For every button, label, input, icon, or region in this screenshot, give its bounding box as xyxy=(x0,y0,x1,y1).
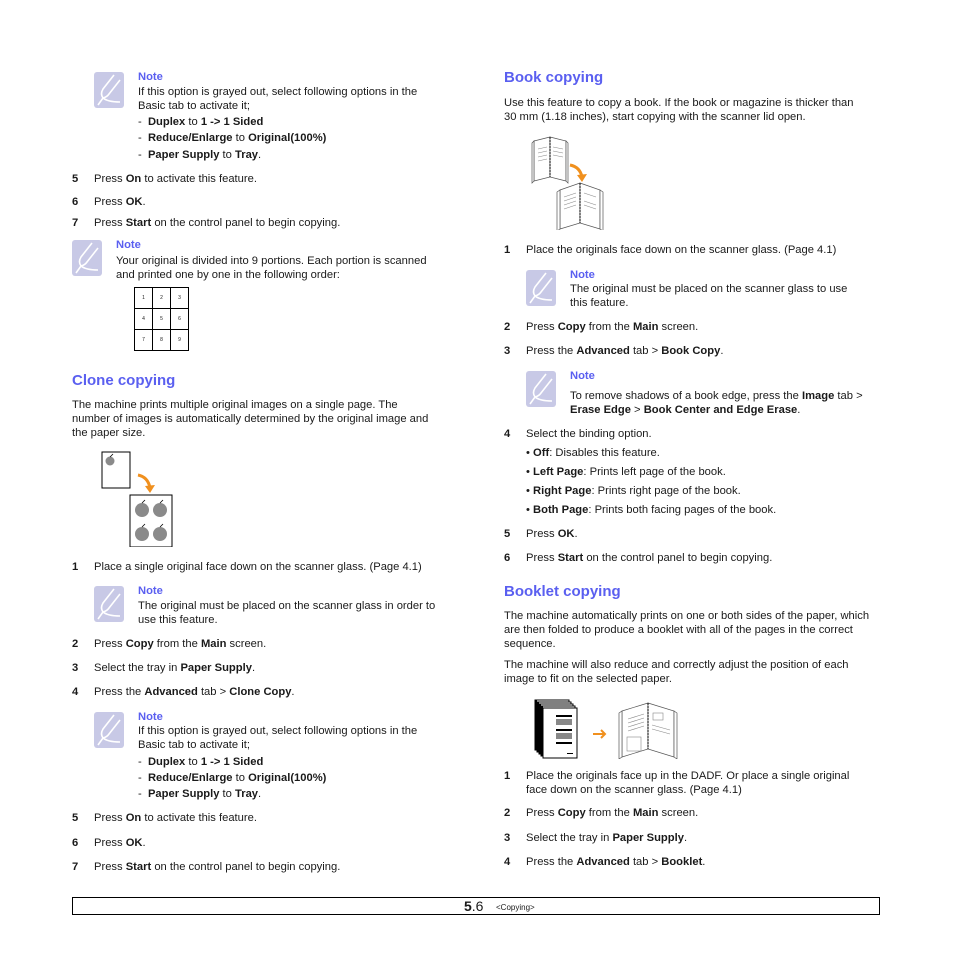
note-option-item: - Duplex to 1 -> 1 Sided xyxy=(138,116,264,128)
note-pencil-icon xyxy=(526,371,556,407)
grid-cell: 4 xyxy=(134,308,153,330)
note-title: Note xyxy=(138,71,163,83)
note-pencil-icon xyxy=(94,72,124,108)
binding-option-both-page: • Both Page: Prints both facing pages of… xyxy=(526,504,777,516)
grid-cell: 2 xyxy=(152,287,171,309)
clone-copy-illustration xyxy=(101,451,173,547)
note-title: Note xyxy=(138,585,163,597)
note-text-line: The original must be placed on the scann… xyxy=(138,600,436,612)
note-text-line: use this feature. xyxy=(138,614,218,626)
note-text-line: Erase Edge > Book Center and Edge Erase. xyxy=(570,404,801,416)
section-heading-clone-copying: Clone copying xyxy=(72,372,176,389)
page-number: 5.6 xyxy=(464,898,484,914)
note-title: Note xyxy=(570,370,595,382)
clone-intro: The machine prints multiple original ima… xyxy=(72,399,429,439)
note-pencil-icon xyxy=(94,586,124,622)
note-text-line: If this option is grayed out, select fol… xyxy=(138,86,418,98)
note-text-line: Basic tab to activate it; xyxy=(138,100,250,112)
grid-cell: 3 xyxy=(170,287,189,309)
section-heading-book-copying: Book copying xyxy=(504,69,604,86)
note-option-item: - Duplex to 1 -> 1 Sided xyxy=(138,756,264,768)
note-text-line: The original must be placed on the scann… xyxy=(570,283,848,295)
booklet-intro-1: The machine automatically prints on one … xyxy=(504,610,870,650)
note-option-item: - Reduce/Enlarge to Original(100%) xyxy=(138,132,327,144)
note-text-line: If this option is grayed out, select fol… xyxy=(138,725,418,737)
note-pencil-icon xyxy=(72,240,102,276)
scan-order-grid: 123 456 789 xyxy=(134,287,189,351)
note-text-line: and printed one by one in the following … xyxy=(116,269,340,281)
grid-cell: 9 xyxy=(170,329,189,351)
booklet-intro-2: The machine will also reduce and correct… xyxy=(504,659,849,685)
grid-cell: 5 xyxy=(152,308,171,330)
note-text-line: Basic tab to activate it; xyxy=(138,739,250,751)
binding-option-right-page: • Right Page: Prints right page of the b… xyxy=(526,485,741,497)
grid-cell: 6 xyxy=(170,308,189,330)
note-pencil-icon xyxy=(526,270,556,306)
booklet-copy-illustration xyxy=(534,699,678,759)
note-title: Note xyxy=(138,711,163,723)
section-heading-booklet-copying: Booklet copying xyxy=(504,583,621,600)
binding-option-off: • Off: Disables this feature. xyxy=(526,447,660,459)
note-pencil-icon xyxy=(94,712,124,748)
note-text-line: Your original is divided into 9 portions… xyxy=(116,255,427,267)
grid-cell: 1 xyxy=(134,287,153,309)
note-option-item: - Paper Supply to Tray. xyxy=(138,149,262,161)
note-title: Note xyxy=(116,239,141,251)
grid-cell: 8 xyxy=(152,329,171,351)
note-option-item: - Reduce/Enlarge to Original(100%) xyxy=(138,772,327,784)
note-text-line: To remove shadows of a book edge, press … xyxy=(570,390,863,402)
book-intro: Use this feature to copy a book. If the … xyxy=(504,97,854,123)
note-option-item: - Paper Supply to Tray. xyxy=(138,788,262,800)
note-title: Note xyxy=(570,269,595,281)
book-copy-illustration xyxy=(531,136,604,230)
binding-option-left-page: • Left Page: Prints left page of the boo… xyxy=(526,466,726,478)
note-text-line: this feature. xyxy=(570,297,629,309)
grid-cell: 7 xyxy=(134,329,153,351)
footer-section-label: <Copying> xyxy=(496,903,535,912)
